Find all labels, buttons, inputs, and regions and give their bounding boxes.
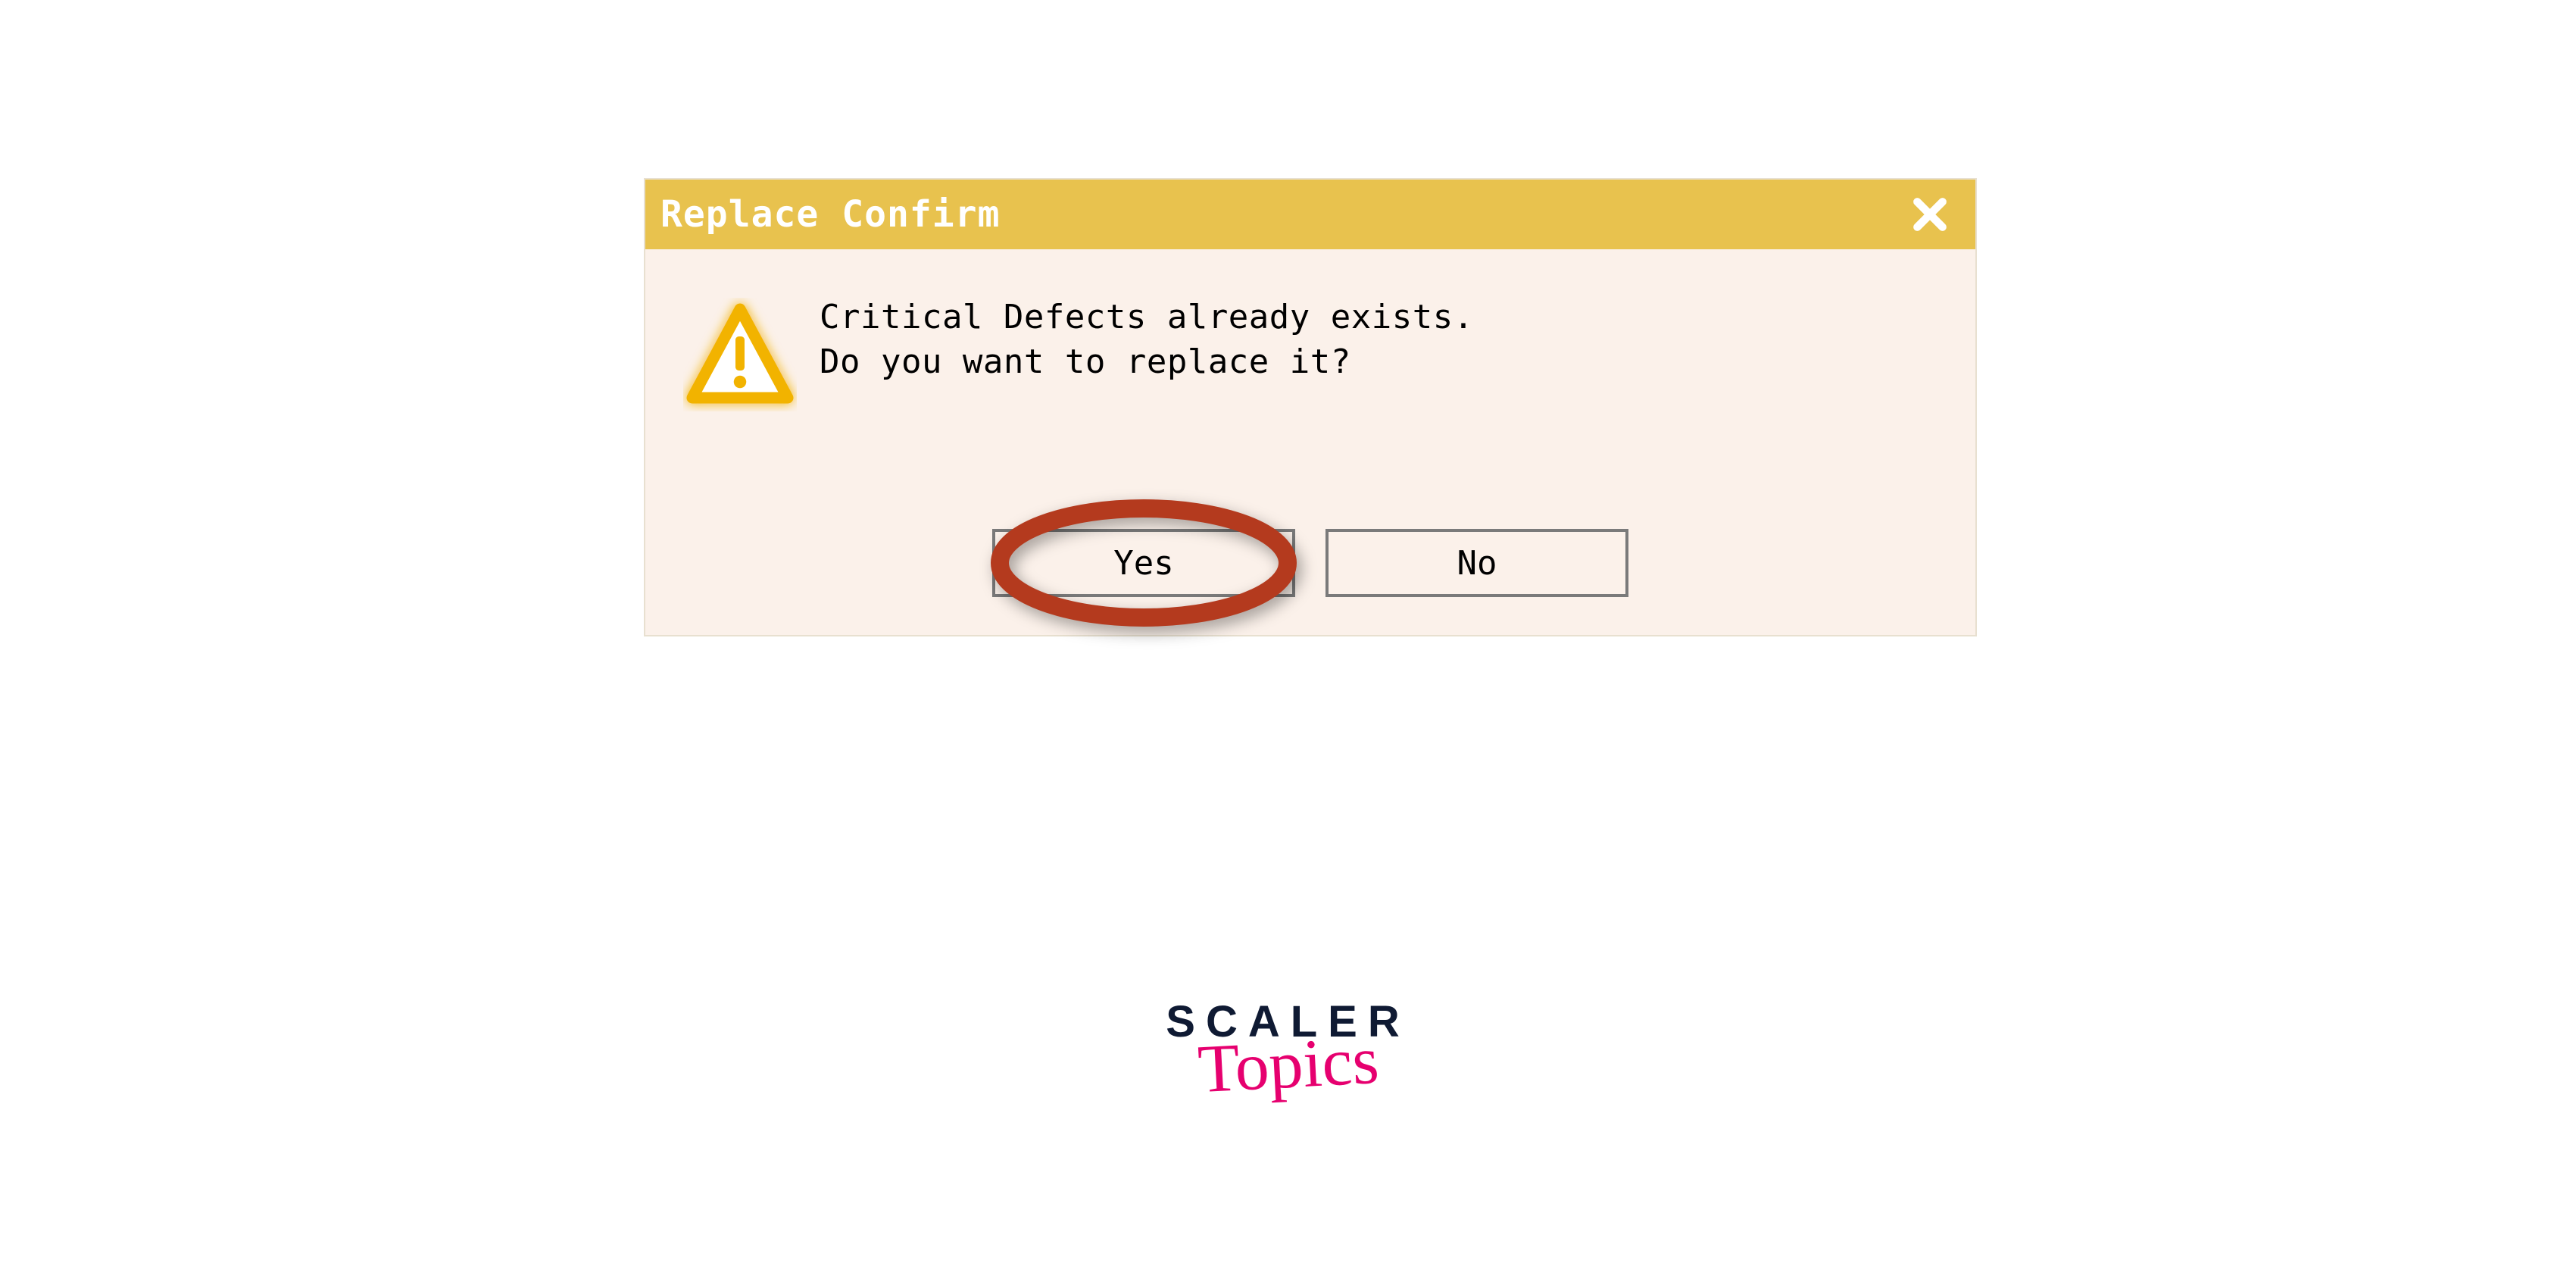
dialog-title: Replace Confirm [660,193,1000,236]
replace-confirm-dialog: Replace Confirm [644,178,1977,636]
close-icon[interactable] [1907,192,1953,237]
dialog-message-line-2: Do you want to replace it? [820,339,1945,384]
yes-button[interactable]: Yes [992,529,1295,597]
dialog-message: Critical Defects already exists. Do you … [804,295,1945,415]
brand-logo-line-2: Topics [1165,1032,1412,1099]
dialog-button-row: Yes No [645,438,1975,635]
warning-icon [683,298,797,415]
page-canvas: Replace Confirm [0,0,2576,1279]
no-button[interactable]: No [1325,529,1628,597]
dialog-icon-column [676,295,804,415]
dialog-titlebar: Replace Confirm [645,180,1975,249]
dialog-body: Critical Defects already exists. Do you … [645,249,1975,438]
yes-button-wrapper: Yes [992,529,1295,597]
brand-logo: SCALER Topics [1166,1000,1410,1093]
dialog-message-line-1: Critical Defects already exists. [820,295,1945,339]
